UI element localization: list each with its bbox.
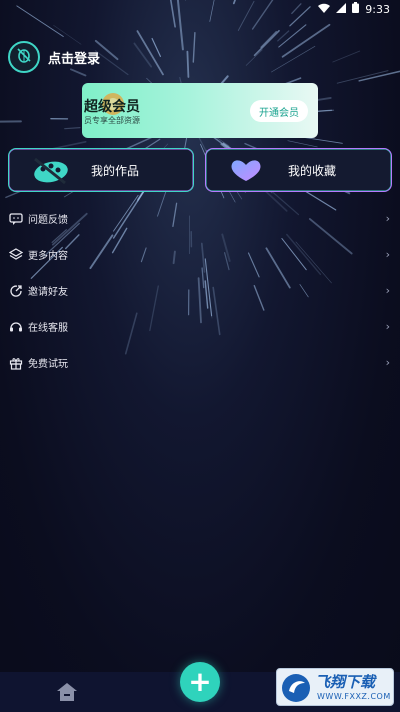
layers-icon <box>8 247 24 261</box>
chevron-right-icon: › <box>385 319 390 333</box>
menu-item-label: 问题反馈 <box>28 214 68 226</box>
starfield-streak <box>192 32 196 63</box>
menu-item-label: 免费试玩 <box>28 358 68 370</box>
my-works-label: 我的作品 <box>91 163 140 178</box>
palette-icon <box>31 157 71 189</box>
status-bar: 9:33 <box>0 0 400 18</box>
starfield-streak <box>336 70 389 84</box>
menu-item-feedback[interactable]: 问题反馈 › <box>0 200 400 236</box>
starfield-streak <box>64 126 81 130</box>
share-icon <box>9 283 23 297</box>
chevron-right-icon: › <box>385 283 390 297</box>
starfield-streak <box>277 30 290 42</box>
my-favorites-label: 我的收藏 <box>288 163 337 178</box>
battery-icon <box>352 2 360 16</box>
login-header[interactable]: 点击登录 <box>8 40 100 74</box>
starfield-streak <box>281 23 331 58</box>
avatar[interactable] <box>8 41 40 73</box>
create-fab-button[interactable]: + <box>180 662 220 702</box>
fxxz-logo-icon <box>281 673 311 703</box>
login-link[interactable]: 点击登录 <box>48 48 100 67</box>
vip-title: 超级会员 <box>84 99 140 115</box>
plus-icon: + <box>188 665 212 698</box>
my-favorites-card[interactable]: 我的收藏 <box>205 148 392 192</box>
menu-item-more-content[interactable]: 更多内容 › <box>0 236 400 272</box>
settings-menu: 问题反馈 › 更多内容 › 邀请好友 › 在线客服 › 免费试玩 › <box>0 200 400 380</box>
menu-item-free-trial[interactable]: 免费试玩 › <box>0 344 400 380</box>
chevron-right-icon: › <box>385 247 390 261</box>
starfield-streak <box>332 50 361 63</box>
chevron-right-icon: › <box>385 355 390 369</box>
starfield-streak <box>287 140 318 148</box>
gift-icon <box>9 355 23 370</box>
menu-item-invite-friends[interactable]: 邀请好友 › <box>0 272 400 308</box>
wifi-icon <box>318 3 331 16</box>
watermark-url: WWW.FXXZ.COM <box>317 692 391 701</box>
menu-item-label: 在线客服 <box>28 322 68 334</box>
status-time: 9:33 <box>365 2 390 16</box>
chat-icon <box>9 211 23 225</box>
chevron-right-icon: › <box>385 211 390 225</box>
headset-icon <box>9 319 23 333</box>
starfield-streak <box>151 37 161 58</box>
vip-subtitle: 员专享全部资源 <box>84 116 140 125</box>
starfield-streak <box>245 49 263 66</box>
starfield-streak <box>133 42 153 68</box>
starfield-streak <box>260 30 277 48</box>
menu-item-online-support[interactable]: 在线客服 › <box>0 308 400 344</box>
open-vip-button[interactable]: 开通会员 <box>250 100 308 122</box>
starfield-streak <box>253 29 280 57</box>
starfield-streak <box>186 50 190 78</box>
bug-avatar-icon <box>15 46 33 68</box>
heart-icon <box>228 157 264 187</box>
watermark-logo: 飞翔下载 WWW.FXXZ.COM <box>276 668 394 706</box>
menu-item-label: 更多内容 <box>28 250 68 262</box>
my-works-card[interactable]: 我的作品 <box>8 148 194 192</box>
vip-banner[interactable]: 超级会员 员专享全部资源 开通会员 <box>82 83 318 138</box>
cellular-signal-icon <box>336 2 347 16</box>
watermark-title: 飞翔下载 <box>315 673 376 691</box>
menu-item-label: 邀请好友 <box>28 286 68 298</box>
starfield-streak <box>358 70 400 82</box>
home-icon[interactable] <box>56 682 78 706</box>
